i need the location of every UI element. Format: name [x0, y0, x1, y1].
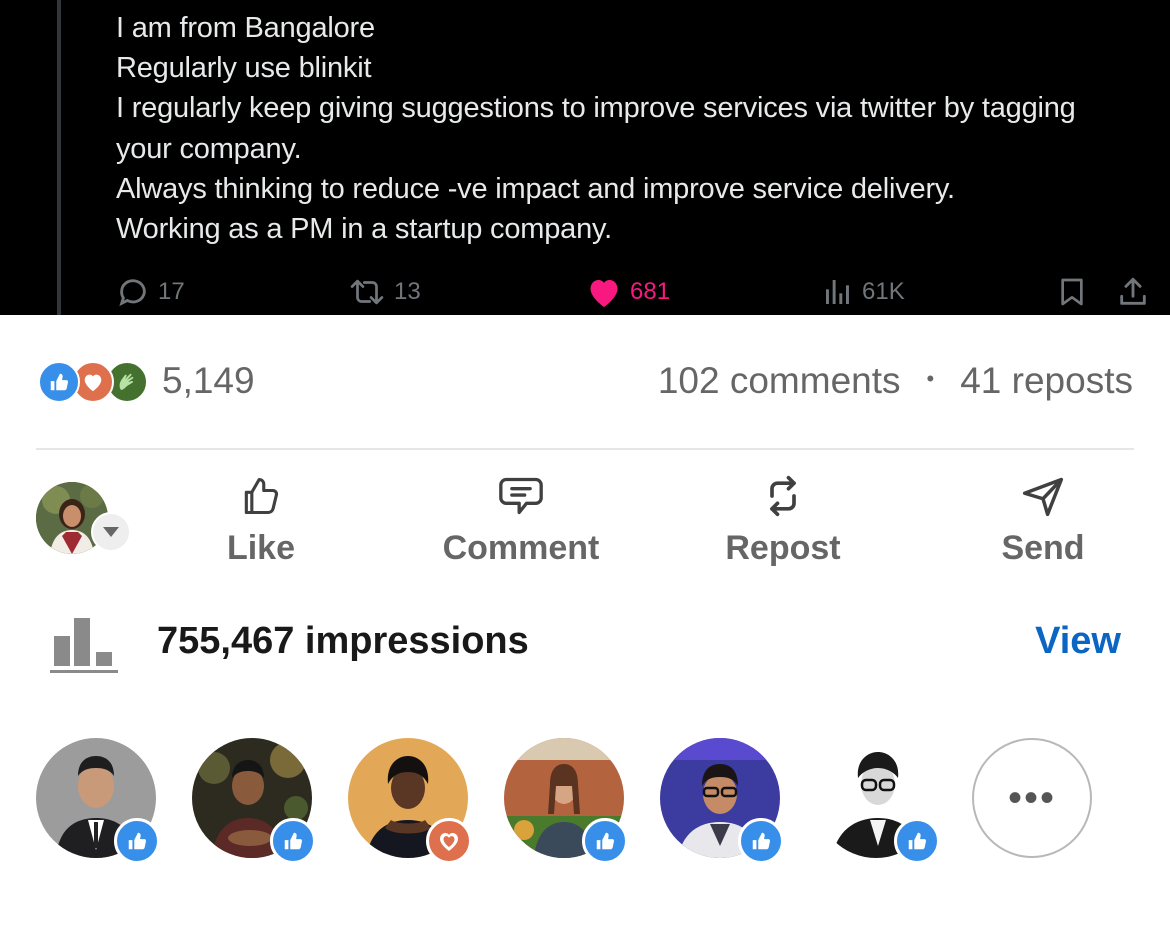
like-count: 681: [630, 278, 671, 305]
like-icon: [270, 818, 316, 864]
reactor-list: •••: [0, 738, 1170, 868]
more-reactors-button[interactable]: •••: [972, 738, 1092, 858]
separator-dot: •: [926, 366, 935, 391]
views-icon: [822, 275, 854, 309]
thread-line: [57, 0, 61, 315]
like-icon: [114, 818, 160, 864]
divider: [36, 448, 1134, 450]
tweet-views: 61K: [822, 270, 905, 314]
comment-button[interactable]: Comment: [411, 470, 631, 570]
tweet-line: I regularly keep giving suggestions to i…: [116, 92, 1076, 125]
tweet-bookmark: [1056, 270, 1088, 314]
like-icon: [582, 818, 628, 864]
like-icon: [38, 361, 80, 403]
tweet-line: Regularly use blinkit: [116, 52, 372, 85]
reply-count: 17: [158, 278, 185, 305]
more-icon: •••: [1007, 775, 1056, 820]
embedded-tweet: I am from Bangalore Regularly use blinki…: [0, 0, 1170, 315]
chevron-down-icon: [91, 512, 131, 552]
tweet-like: 681: [586, 270, 670, 314]
retweet-count: 13: [394, 278, 421, 305]
comments-reposts: 102 comments • 41 reposts: [658, 360, 1133, 402]
reactor-avatar[interactable]: [504, 738, 628, 864]
comment-button-label: Comment: [442, 529, 600, 567]
send-button-label: Send: [1001, 529, 1085, 567]
like-button-label: Like: [226, 529, 296, 567]
tweet-line: I am from Bangalore: [116, 12, 375, 44]
tweet-line: Always thinking to reduce -ve impact and…: [116, 172, 955, 205]
comments-count[interactable]: 102 comments: [658, 360, 901, 402]
reaction-icons[interactable]: [38, 361, 150, 403]
retweet-icon: [348, 275, 386, 309]
like-icon: [894, 818, 940, 864]
send-icon: [1021, 470, 1065, 523]
views-count: 61K: [862, 278, 905, 305]
reactor-avatar[interactable]: [816, 738, 940, 864]
analytics-icon: [50, 614, 118, 679]
tweet-line: Working as a PM in a startup company.: [116, 213, 613, 246]
repost-icon: [761, 470, 805, 523]
impressions-row: 755,467 impressions View: [0, 610, 1170, 680]
tweet-action-bar: 17 13 681 61K: [0, 270, 1170, 314]
view-analytics-link[interactable]: View: [1035, 620, 1121, 663]
repost-button-label: Repost: [725, 529, 841, 567]
tweet-line: your company.: [116, 132, 302, 165]
repost-button[interactable]: Repost: [673, 470, 893, 570]
reaction-count[interactable]: 5,149: [162, 360, 255, 402]
send-button[interactable]: Send: [933, 470, 1153, 570]
bookmark-icon: [1056, 275, 1088, 309]
impressions-count: 755,467 impressions: [157, 620, 529, 662]
like-button[interactable]: Like: [151, 470, 371, 570]
heart-icon: [586, 275, 622, 309]
post-action-bar: Like Comment Repost Send: [0, 470, 1170, 570]
reactor-avatar[interactable]: [348, 738, 472, 864]
love-icon: [426, 818, 472, 864]
tweet-share: [1116, 270, 1150, 314]
share-icon: [1116, 275, 1150, 309]
tweet-retweet: 13: [348, 270, 421, 314]
reaction-identity-picker[interactable]: [36, 482, 131, 554]
like-icon: [738, 818, 784, 864]
reactor-avatar[interactable]: [36, 738, 160, 864]
comment-icon: [497, 470, 545, 523]
reposts-count[interactable]: 41 reposts: [960, 360, 1133, 402]
reactor-avatar[interactable]: [660, 738, 784, 864]
thumbs-up-icon: [239, 470, 283, 523]
reply-icon: [116, 275, 150, 309]
reactor-avatar[interactable]: [192, 738, 316, 864]
tweet-text: I am from Bangalore Regularly use blinki…: [116, 8, 1161, 249]
social-counts: 5,149 102 comments • 41 reposts: [0, 355, 1170, 411]
tweet-reply: 17: [116, 270, 185, 314]
